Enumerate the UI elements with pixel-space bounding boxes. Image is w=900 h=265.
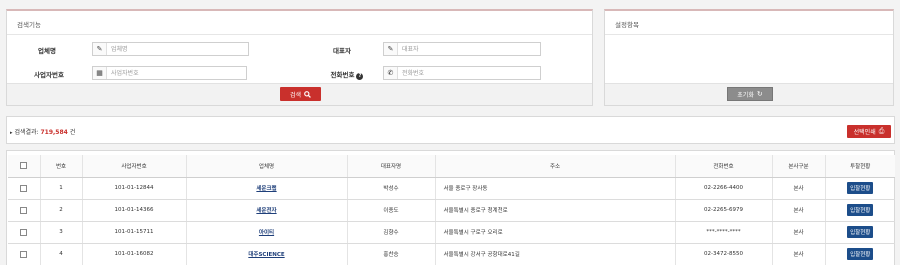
status-button[interactable]: 입찰현황	[847, 248, 874, 260]
row-address: 서울특별시 종로구 청계천로	[435, 199, 676, 222]
company-link[interactable]: 아이티	[259, 230, 274, 236]
reset-button[interactable]: 초기화 ↻	[727, 87, 773, 101]
pencil-icon: ✎	[93, 43, 107, 55]
divider	[7, 34, 592, 35]
print-icon: ⎙	[878, 127, 885, 135]
company-label: 업체명	[38, 47, 56, 55]
print-selected-button[interactable]: 선택인쇄 ⎙	[847, 125, 891, 138]
phone-field[interactable]: ✆	[383, 66, 541, 80]
divider	[605, 34, 893, 35]
col-header-bizno: 사업자번호	[82, 155, 187, 178]
row-phone: 02-2265-6979	[675, 199, 773, 222]
settings-panel-footer: 초기화 ↻	[605, 83, 893, 105]
status-button[interactable]: 입찰현황	[847, 226, 874, 238]
row-no: 3	[40, 221, 83, 244]
caret-right-icon: ▸	[10, 130, 13, 136]
bizno-field[interactable]: ▦	[92, 66, 247, 80]
bizno-label: 사업자번호	[34, 71, 64, 79]
row-address: 서울특별시 구로구 오리로	[435, 221, 676, 244]
row-checkbox[interactable]	[20, 184, 28, 192]
table-row: 1 101-01-12844 세운크랩 박성수 서울 종로구 장사동 02-22…	[8, 177, 895, 200]
row-address: 서울특별시 강서구 공항대로41길	[435, 243, 676, 265]
result-suffix: 건	[69, 129, 76, 136]
col-header-no: 번호	[40, 155, 83, 178]
search-panel-footer: 검색	[7, 83, 592, 105]
select-all-checkbox[interactable]	[20, 162, 28, 170]
col-header-phone: 전화번호	[675, 155, 773, 178]
results-table: 번호 사업자번호 업체명 대표자명 주소 전화번호 본사구분 투찰현황 1 10…	[8, 155, 895, 265]
building-icon: ▦	[93, 67, 107, 79]
row-bizno: 101-01-14366	[82, 199, 187, 222]
phone-label-text: 전화번호	[330, 71, 355, 79]
row-no: 1	[40, 177, 83, 200]
company-link[interactable]: 대주SCIENCE	[248, 252, 284, 258]
row-rep: 박성수	[347, 177, 436, 200]
row-hq: 본사	[772, 177, 826, 200]
row-hq: 본사	[772, 243, 826, 265]
row-rep: 이종도	[347, 199, 436, 222]
settings-panel-title: 설정항목	[615, 21, 639, 29]
col-header-rep: 대표자명	[347, 155, 436, 178]
phone-input[interactable]	[398, 67, 540, 79]
select-all-cell	[8, 155, 41, 178]
row-checkbox[interactable]	[20, 250, 28, 258]
row-checkbox[interactable]	[20, 228, 28, 236]
row-hq: 본사	[772, 199, 826, 222]
rep-label: 대표자	[333, 47, 351, 55]
result-prefix: 검색결과:	[14, 129, 39, 136]
rep-input[interactable]	[398, 43, 540, 55]
row-phone: ***-****-****	[675, 221, 773, 244]
search-button[interactable]: 검색	[280, 87, 321, 101]
phone-label: 전화번호?	[317, 69, 377, 80]
row-bizno: 101-01-12844	[82, 177, 187, 200]
col-header-company: 업체명	[186, 155, 348, 178]
col-header-address: 주소	[435, 155, 676, 178]
search-panel-title: 검색기능	[17, 21, 41, 29]
table-header-row: 번호 사업자번호 업체명 대표자명 주소 전화번호 본사구분 투찰현황	[8, 155, 895, 178]
row-no: 2	[40, 199, 83, 222]
settings-panel: 설정항목 초기화 ↻	[604, 9, 894, 106]
result-summary: ▸ 검색결과: 719,584 건	[10, 127, 75, 136]
row-no: 4	[40, 243, 83, 265]
status-button[interactable]: 입찰현황	[847, 204, 874, 216]
refresh-icon: ↻	[756, 90, 763, 98]
row-phone: 02-3472-8550	[675, 243, 773, 265]
company-link[interactable]: 세운전자	[256, 208, 276, 214]
company-field[interactable]: ✎	[92, 42, 249, 56]
col-header-status: 투찰현황	[825, 155, 895, 178]
status-button[interactable]: 입찰현황	[847, 182, 874, 194]
table-row: 4 101-01-16082 대주SCIENCE 홍찬승 서울특별시 강서구 공…	[8, 243, 895, 265]
search-button-label: 검색	[289, 91, 302, 99]
phone-icon: ✆	[384, 67, 398, 79]
row-checkbox[interactable]	[20, 206, 28, 214]
result-count: 719,584	[40, 129, 68, 136]
company-input[interactable]	[107, 43, 248, 55]
print-button-label: 선택인쇄	[853, 129, 876, 136]
row-rep: 김향수	[347, 221, 436, 244]
row-phone: 02-2266-4400	[675, 177, 773, 200]
col-header-hq: 본사구분	[772, 155, 826, 178]
result-bar	[6, 116, 895, 144]
row-hq: 본사	[772, 221, 826, 244]
row-bizno: 101-01-15711	[82, 221, 187, 244]
search-panel: 검색기능 업체명 ✎ 대표자 ✎ 사업자번호 ▦ 전화번호? ✆ 검색	[6, 9, 593, 106]
search-icon	[304, 90, 311, 98]
pencil-icon: ✎	[384, 43, 398, 55]
row-address: 서울 종로구 장사동	[435, 177, 676, 200]
row-bizno: 101-01-16082	[82, 243, 187, 265]
help-icon[interactable]: ?	[356, 73, 364, 80]
table-row: 3 101-01-15711 아이티 김향수 서울특별시 구로구 오리로 ***…	[8, 221, 895, 244]
row-rep: 홍찬승	[347, 243, 436, 265]
company-link[interactable]: 세운크랩	[256, 186, 276, 192]
bizno-input[interactable]	[107, 67, 246, 79]
table-row: 2 101-01-14366 세운전자 이종도 서울특별시 종로구 청계천로 0…	[8, 199, 895, 222]
rep-field[interactable]: ✎	[383, 42, 541, 56]
reset-button-label: 초기화	[737, 91, 754, 99]
